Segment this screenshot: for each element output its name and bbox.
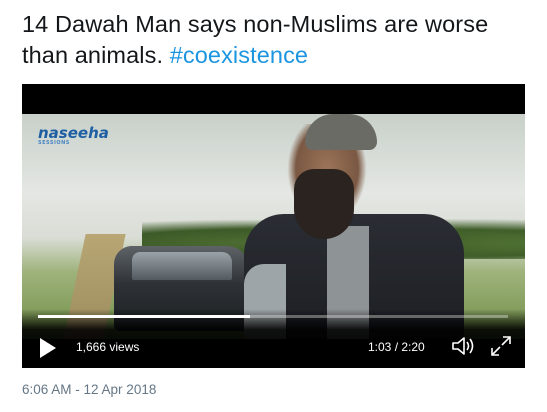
video-person-beard bbox=[294, 169, 354, 239]
fullscreen-icon[interactable] bbox=[490, 335, 512, 357]
progress-fill bbox=[38, 315, 250, 318]
channel-logo: naseeha SESSIONS bbox=[38, 124, 109, 146]
video-frame[interactable]: naseeha SESSIONS bbox=[22, 114, 525, 339]
play-icon[interactable] bbox=[40, 338, 56, 358]
video-player[interactable]: naseeha SESSIONS 1,666 views 1:03 / 2:20 bbox=[22, 84, 525, 368]
video-car-window bbox=[132, 252, 232, 280]
tweet-timestamp[interactable]: 6:06 AM - 12 Apr 2018 bbox=[22, 382, 156, 397]
tweet-text: 14 Dawah Man says non-Muslims are worse … bbox=[22, 9, 537, 71]
progress-bar[interactable] bbox=[38, 315, 508, 318]
video-person-beanie bbox=[305, 114, 377, 150]
volume-icon[interactable] bbox=[451, 335, 477, 357]
view-count: 1,666 views bbox=[76, 340, 140, 354]
hashtag-link[interactable]: #coexistence bbox=[170, 42, 308, 68]
time-display: 1:03 / 2:20 bbox=[368, 340, 425, 354]
